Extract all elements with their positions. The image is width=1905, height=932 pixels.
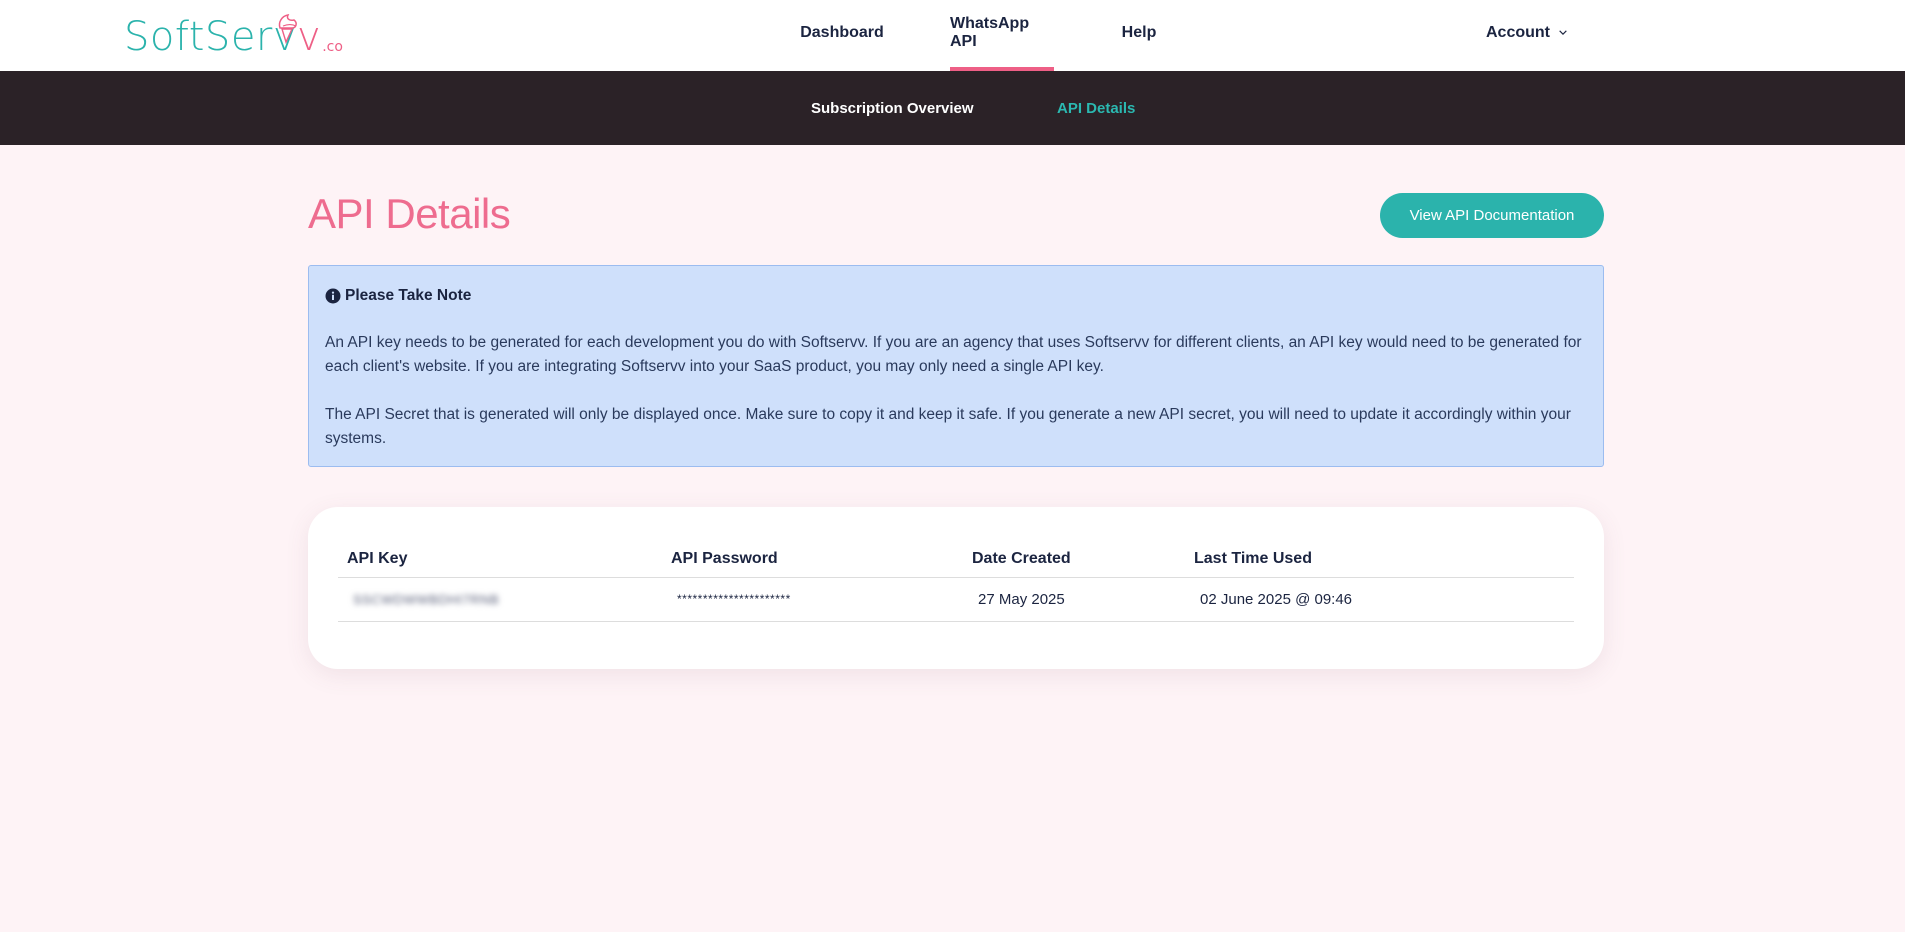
last-used-cell: 02 June 2025 @ 09:46 xyxy=(1185,577,1574,622)
nav-whatsapp-api-label: WhatsApp API xyxy=(950,14,1030,50)
column-header-last-time-used: Last Time Used xyxy=(1185,541,1574,578)
note-heading-text: Please Take Note xyxy=(345,287,472,304)
column-header-date-created: Date Created xyxy=(963,541,1185,578)
api-key-value: SSCWDWWBDHI7RNB xyxy=(353,591,500,607)
api-password-cell: ********************** xyxy=(662,577,963,622)
subnav-subscription-overview[interactable]: Subscription Overview xyxy=(811,71,974,145)
nav-help-label: Help xyxy=(1121,23,1157,41)
subnav-api-details[interactable]: API Details xyxy=(1057,71,1135,145)
api-keys-table: API Key API Password Date Created Last T… xyxy=(338,541,1574,622)
note-heading: Please Take Note xyxy=(325,284,1587,308)
nav-help[interactable]: Help xyxy=(1121,0,1157,71)
view-api-documentation-button[interactable]: View API Documentation xyxy=(1380,193,1604,238)
top-header: SoftServv .co Dashboard WhatsApp API Hel… xyxy=(0,0,1905,71)
date-created-cell: 27 May 2025 xyxy=(963,577,1185,622)
info-icon xyxy=(325,288,341,304)
sub-nav: Subscription Overview API Details xyxy=(0,71,1905,145)
table-header-row: API Key API Password Date Created Last T… xyxy=(338,541,1574,578)
note-alert: Please Take Note An API key needs to be … xyxy=(308,265,1604,467)
note-paragraph: An API key needs to be generated for eac… xyxy=(325,334,1582,375)
account-label: Account xyxy=(1486,23,1550,41)
nav-dashboard-label: Dashboard xyxy=(800,23,884,41)
chevron-down-icon xyxy=(1559,30,1567,35)
column-header-api-key: API Key xyxy=(338,541,662,578)
note-paragraph: The API Secret that is generated will on… xyxy=(325,406,1571,447)
nav-dashboard[interactable]: Dashboard xyxy=(800,0,884,71)
column-header-api-password: API Password xyxy=(662,541,963,578)
account-menu[interactable]: Account xyxy=(1486,0,1568,71)
main-nav: Dashboard WhatsApp API Help Account xyxy=(0,0,1905,71)
table-row: SSCWDWWBDHI7RNB ********************** 2… xyxy=(338,577,1574,622)
nav-whatsapp-api[interactable]: WhatsApp API xyxy=(950,0,1054,71)
api-key-cell[interactable]: SSCWDWWBDHI7RNB xyxy=(338,577,662,622)
api-keys-card: API Key API Password Date Created Last T… xyxy=(308,507,1604,669)
page-title: API Details xyxy=(308,190,511,237)
